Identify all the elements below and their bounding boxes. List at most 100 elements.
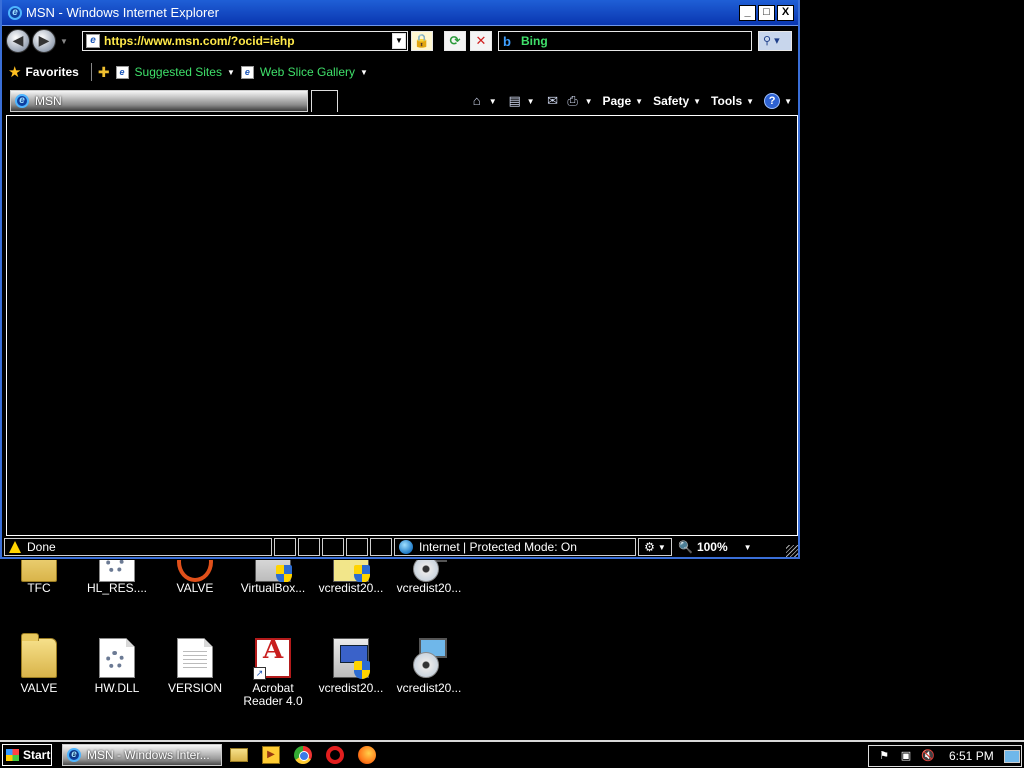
chevron-down-icon: ▼ [226,67,235,77]
security-zone-cell[interactable]: Internet | Protected Mode: On [394,538,636,556]
minimize-button[interactable]: _ [739,5,756,21]
clock[interactable]: 6:51 PM [949,749,994,763]
command-bar: ⌂ ▼ ▤ ▼ ✉ ⎙ ▼ Page ▼ Safety ▼ Tools ▼ ? … [469,90,792,112]
fav-link-label: Suggested Sites [134,65,222,79]
help-icon[interactable]: ? [764,93,781,109]
page-icon: e [115,65,129,79]
taskbar-item-ie[interactable]: e MSN - Windows Inter... [62,744,222,766]
close-button[interactable]: X [777,5,794,21]
warning-icon [9,541,21,553]
chrome-icon[interactable] [294,746,312,764]
start-button[interactable]: Start [2,744,52,766]
desktop-icon-label: HW.DLL [94,681,140,695]
show-desktop-button[interactable] [1003,749,1020,763]
desktop-icon-vcredist-1[interactable]: vcredist20... [312,560,390,595]
zoom-button[interactable]: 🔍 100% ▼ [674,538,762,556]
taskbar: Start e MSN - Windows Inter... ▶ ⚑ ▣ 🔇 6… [0,740,1024,768]
new-tab-button[interactable] [311,90,338,112]
status-bar: Done Internet | Protected Mode: On ⚙ ▼ 🔍 … [4,537,798,557]
suggested-sites-link[interactable]: e Suggested Sites ▼ [115,65,235,79]
text-file-icon [177,638,213,678]
desktop-icon-valve-1[interactable]: VALVE [156,560,234,595]
folder-icon [21,560,57,582]
firefox-icon[interactable] [358,746,376,764]
page-menu[interactable]: Page [602,94,631,108]
desktop-icon-label: vcredist20... [318,581,384,595]
network-icon[interactable]: ▣ [899,749,913,763]
desktop-icon-vcredist-3[interactable]: vcredist20... [312,638,390,695]
chevron-down-icon: ▼ [743,542,752,552]
home-icon[interactable]: ⌂ [469,94,485,108]
maximize-button[interactable]: □ [758,5,775,21]
media-player-icon[interactable]: ▶ [262,746,280,764]
action-center-flag-icon[interactable]: ⚑ [877,749,891,763]
chevron-down-icon[interactable]: ▼ [527,97,535,106]
search-placeholder[interactable]: Bing [521,34,548,48]
page-icon: e [86,34,100,48]
magnifier-icon: ⚲ [763,35,772,47]
desktop-icon-hw-dll[interactable]: HW.DLL [78,638,156,695]
folder-icon [21,633,57,678]
chevron-down-icon[interactable]: ▼ [693,97,701,106]
forward-button[interactable]: ▶ [32,29,56,53]
address-bar[interactable]: e https://www.msn.com/?ocid=iehp ▼ [82,31,408,51]
gear-icon: ⚙ [644,540,655,554]
desktop-icon-valve-folder[interactable]: VALVE [0,633,78,695]
back-button[interactable]: ◀ [6,29,30,53]
window-title: MSN - Windows Internet Explorer [26,5,219,20]
chevron-down-icon: ▼ [360,67,368,77]
stop-button[interactable]: ✕ [470,31,492,51]
chevron-down-icon[interactable]: ▼ [746,97,754,106]
installer-icon [255,560,292,582]
windows-flag-icon [6,749,19,761]
recent-pages-dropdown[interactable]: ▼ [60,37,68,46]
favorites-star-icon: ★ [8,64,22,81]
desktop-icon-vcredist-4[interactable]: vcredist20... [390,638,468,695]
desktop-icon-hl-res[interactable]: HL_RES.... [78,560,156,595]
zoom-icon: 🔍 [678,540,693,554]
tab-msn[interactable]: e MSN [10,90,308,112]
mail-icon[interactable]: ✉ [545,94,561,108]
tab-row: e MSN ⌂ ▼ ▤ ▼ ✉ ⎙ ▼ Page ▼ Safety ▼ Tool… [2,88,798,114]
desktop-icon-virtualbox[interactable]: VirtualBox... [234,560,312,595]
acrobat-reader-icon: A ↗ [253,637,291,680]
volume-muted-icon[interactable]: 🔇 [921,749,935,763]
dll-file-icon [99,638,135,678]
print-icon[interactable]: ⎙ [565,94,581,108]
favorites-button[interactable]: Favorites [25,65,78,79]
desktop-icon-acrobat[interactable]: A ↗ Acrobat Reader 4.0 [234,637,312,708]
refresh-button[interactable]: ⟳ [444,31,466,51]
add-to-favorites-icon[interactable]: ✚ [98,64,110,81]
desktop-icon-label: VirtualBox... [240,581,306,595]
chevron-down-icon[interactable]: ▼ [585,97,593,106]
opera-icon[interactable] [326,746,344,764]
system-tray: ⚑ ▣ 🔇 6:51 PM [868,745,1022,767]
desktop-icon-label: vcredist20... [396,581,462,595]
tools-menu[interactable]: Tools [711,94,742,108]
feeds-icon[interactable]: ▤ [507,94,523,108]
address-url[interactable]: https://www.msn.com/?ocid=iehp [104,34,392,48]
resize-grip[interactable] [786,545,798,557]
lock-icon[interactable]: 🔒 [411,31,433,51]
setup-cd-icon [411,560,447,582]
web-slice-gallery-link[interactable]: e Web Slice Gallery ▼ [240,65,368,79]
installer-icon [333,560,370,582]
title-bar[interactable]: e MSN - Windows Internet Explorer _ □ X [2,0,798,26]
desktop-icon-label: TFC [27,581,51,595]
valve-icon [177,560,213,582]
desktop-icon-vcredist-2[interactable]: vcredist20... [390,560,468,595]
ie-logo-icon: e [8,5,22,20]
desktop-icon-version[interactable]: VERSION [156,638,234,695]
fav-link-label: Web Slice Gallery [259,65,356,79]
desktop-icon-tfc[interactable]: TFC [0,560,78,595]
address-dropdown-button[interactable]: ▼ [392,33,406,49]
safety-menu[interactable]: Safety [653,94,689,108]
page-content-area[interactable] [6,115,798,536]
chevron-down-icon[interactable]: ▼ [784,97,792,106]
chevron-down-icon[interactable]: ▼ [489,97,497,106]
chevron-down-icon[interactable]: ▼ [635,97,643,106]
search-button[interactable]: ⚲ ▾ [758,31,792,51]
explorer-icon[interactable] [230,748,248,762]
search-box[interactable]: b Bing [498,31,752,51]
add-ons-button[interactable]: ⚙ ▼ [638,538,672,556]
